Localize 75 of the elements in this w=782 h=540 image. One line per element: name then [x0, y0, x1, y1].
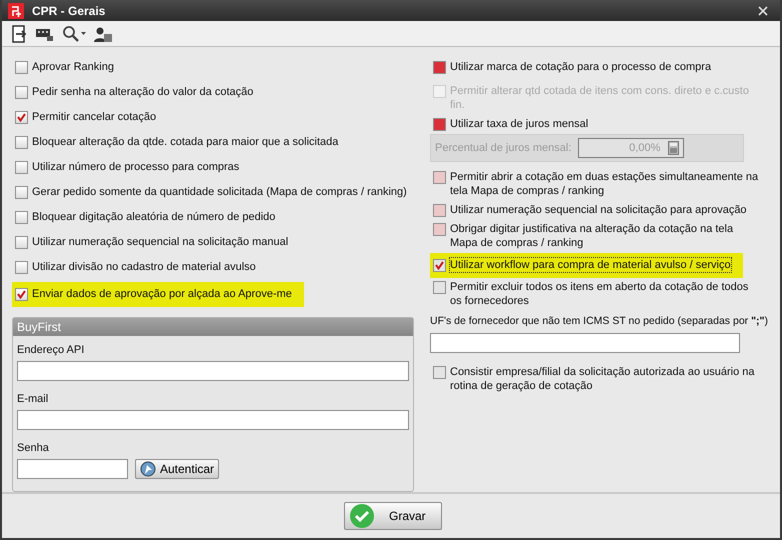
- checkbox[interactable]: [433, 170, 446, 184]
- option-label: Aprovar Ranking: [32, 60, 114, 74]
- option-row[interactable]: Permitir cancelar cotação: [12, 106, 420, 132]
- checkmark-icon: [349, 502, 375, 529]
- password-field[interactable]: [17, 458, 128, 479]
- option-label: Permitir excluir todos os itens em aberto da cotação de todos os fornecedores: [450, 280, 750, 308]
- cursor-globe-icon: [140, 460, 156, 477]
- checkbox[interactable]: [15, 236, 28, 249]
- option-row[interactable]: Utilizar marca de cotação para o processo de compra: [430, 56, 766, 82]
- option-row[interactable]: Permitir abrir a cotação em duas estações simultaneamente na tela Mapa de compras / ranking: [430, 168, 766, 201]
- option-label: Utilizar divisão no cadastro de material avulso: [32, 260, 256, 274]
- option-row[interactable]: Utilizar numeração sequencial na solicitação para aprovação: [430, 200, 766, 220]
- checkbox[interactable]: [15, 136, 28, 149]
- checkbox[interactable]: [15, 210, 28, 224]
- checkbox[interactable]: [15, 288, 28, 301]
- option-row[interactable]: Gerar pedido somente da quantidade solicitada (Mapa de compras / ranking): [12, 182, 420, 207]
- option-row[interactable]: Utilizar workflow para compra de material avulso / serviço: [430, 252, 743, 278]
- option-label: Utilizar numeração sequencial na solicitação para aprovação: [450, 202, 747, 217]
- save-button[interactable]: Gravar: [344, 502, 442, 530]
- option-row[interactable]: Bloquear digitação aleatória de número de pedido: [12, 206, 420, 232]
- field-label: E-mail: [17, 392, 50, 405]
- search-icon[interactable]: [62, 24, 86, 42]
- option-row[interactable]: Utilizar número de processo para compras: [12, 156, 420, 182]
- checkbox[interactable]: [433, 280, 446, 294]
- checkbox[interactable]: [15, 260, 28, 274]
- checkbox[interactable]: [15, 60, 28, 74]
- exit-icon[interactable]: [12, 24, 28, 42]
- option-label: Bloquear digitação aleatória de número de pedido: [32, 210, 276, 224]
- field-label: Percentual de juros mensal:: [435, 142, 572, 154]
- field-label: Senha: [17, 442, 50, 454]
- option-label: Consistir empresa/filial da solicitação autorizada ao usuário na rotina de geração de cotação: [450, 364, 756, 393]
- option-row[interactable]: Utilizar taxa de juros mensal: [430, 114, 766, 134]
- option-row[interactable]: Utilizar divisão no cadastro de material avulso: [12, 256, 420, 282]
- option-label: Utilizar número de processo para compras: [32, 160, 240, 174]
- window-title: CPR - Gerais: [32, 4, 106, 18]
- input-field[interactable]: [17, 410, 409, 430]
- checkbox[interactable]: [433, 118, 446, 131]
- field-label: Endereço API: [17, 344, 86, 356]
- user-icon[interactable]: [94, 26, 112, 42]
- option-label: Bloquear alteração da qtde. cotada para maior que a solicitada: [32, 134, 338, 149]
- input-field[interactable]: [430, 332, 740, 353]
- option-row[interactable]: Enviar dados de aprovação por alçada ao Aprove-me: [12, 282, 304, 307]
- option-label: Gerar pedido somente da quantidade solicitada (Mapa de compras / ranking): [32, 184, 407, 199]
- option-row[interactable]: Obrigar digitar justificativa na alteração da cotação na tela Mapa de compras / ranking: [430, 220, 766, 253]
- input-field[interactable]: [17, 360, 409, 381]
- option-row[interactable]: Aprovar Ranking: [12, 56, 420, 82]
- option-label: Permitir cancelar cotação: [32, 110, 156, 124]
- option-label: Utilizar marca de cotação para o processo de compra: [450, 60, 712, 74]
- option-row[interactable]: Pedir senha na alteração do valor da cotação: [12, 82, 420, 107]
- option-label: Permitir abrir a cotação em duas estações simultaneamente na tela Mapa de compras / ranking: [450, 170, 760, 198]
- panel-header: BuyFirst: [13, 318, 413, 336]
- app-logo-icon: [8, 2, 24, 19]
- checkbox[interactable]: [15, 110, 28, 124]
- option-label: Obrigar digitar justificativa na alteração da cotação na tela Mapa de compras / ranking: [450, 222, 734, 250]
- checkbox[interactable]: [15, 186, 28, 199]
- close-icon[interactable]: [758, 6, 768, 16]
- option-label: Permitir alterar qtd cotada de itens com cons. direto e c.custo fin.: [450, 84, 750, 112]
- checkbox[interactable]: [433, 222, 446, 236]
- option-row[interactable]: Bloquear alteração da qtde. cotada para maior que a solicitada: [12, 132, 420, 157]
- option-row[interactable]: Utilizar numeração sequencial na solicitação manual: [12, 232, 420, 257]
- option-label: Utilizar workflow para compra de material avulso / serviço: [450, 258, 731, 272]
- option-label: Pedir senha na alteração do valor da cotação: [32, 84, 254, 99]
- option-row[interactable]: Permitir excluir todos os itens em aberto da cotação de todos os fornecedores: [430, 278, 766, 311]
- checkbox[interactable]: [433, 258, 446, 272]
- checkbox[interactable]: [433, 60, 446, 74]
- checkbox[interactable]: [433, 366, 446, 379]
- checkbox[interactable]: [433, 204, 446, 217]
- checkbox[interactable]: [15, 160, 28, 174]
- checkbox[interactable]: [15, 86, 28, 99]
- option-label: Utilizar numeração sequencial na solicitação manual: [32, 234, 288, 249]
- option-row[interactable]: Consistir empresa/filial da solicitação autorizada ao usuário na rotina de geração de cotação: [430, 362, 766, 396]
- option-label: Utilizar taxa de juros mensal: [450, 116, 588, 131]
- authenticate-button[interactable]: Autenticar: [135, 458, 220, 479]
- field-label: UF's de fornecedor que não tem ICMS ST no pedido (separadas por ";"): [430, 314, 766, 328]
- option-label: Enviar dados de aprovação por alçada ao Aprove-me: [32, 286, 292, 301]
